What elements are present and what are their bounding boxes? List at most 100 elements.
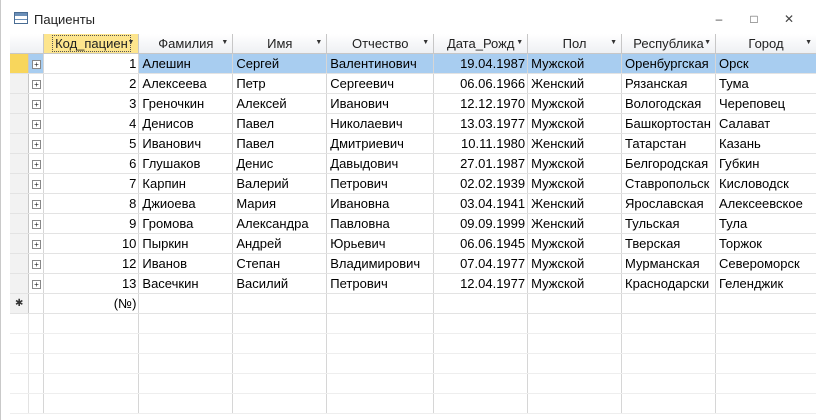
cell-id[interactable]: 8: [43, 193, 140, 214]
cell-last[interactable]: Алексеева: [138, 73, 234, 94]
cell-dob[interactable]: 19.04.1987: [433, 53, 529, 74]
plus-icon[interactable]: +: [31, 259, 41, 269]
cell-sex[interactable]: Женский: [527, 73, 623, 94]
restore-button[interactable]: □: [746, 12, 762, 26]
cell-middle[interactable]: Владимирович: [326, 253, 435, 274]
plus-icon[interactable]: +: [31, 139, 41, 149]
new-record-cell[interactable]: [527, 293, 623, 314]
cell-id[interactable]: 12: [43, 253, 140, 274]
cell-id[interactable]: 13: [43, 273, 140, 294]
expand-cell[interactable]: +: [28, 213, 45, 234]
cell-sex[interactable]: Мужской: [527, 153, 623, 174]
plus-icon[interactable]: +: [31, 59, 41, 69]
cell-city[interactable]: Североморск: [715, 253, 816, 274]
cell-first[interactable]: Андрей: [232, 233, 328, 254]
cell-middle[interactable]: Николаевич: [326, 113, 435, 134]
expand-cell[interactable]: +: [28, 173, 45, 194]
column-header-last-name[interactable]: Фамилия ▼: [138, 34, 234, 54]
cell-sex[interactable]: Мужской: [527, 273, 623, 294]
plus-icon[interactable]: +: [31, 239, 41, 249]
expand-cell[interactable]: +: [28, 233, 45, 254]
cell-city[interactable]: Кисловодск: [715, 173, 816, 194]
new-record-row[interactable]: ✱ (№): [10, 293, 816, 314]
cell-region[interactable]: Татарстан: [621, 133, 716, 154]
cell-first[interactable]: Павел: [232, 133, 328, 154]
cell-region[interactable]: Ярославская: [621, 193, 716, 214]
cell-dob[interactable]: 09.09.1999: [433, 213, 529, 234]
plus-icon[interactable]: +: [31, 99, 41, 109]
new-record-cell[interactable]: [715, 293, 816, 314]
dropdown-arrow-icon[interactable]: ▼: [127, 39, 134, 46]
table-row[interactable]: +3 Греночкин Алексей Иванович 12.12.1970 Мужс…: [10, 93, 816, 114]
plus-icon[interactable]: +: [31, 79, 41, 89]
cell-sex[interactable]: Мужской: [527, 113, 623, 134]
table-row[interactable]: +10 Пыркин Андрей Юрьевич 06.06.1945 Мужской Т…: [10, 233, 816, 254]
cell-dob[interactable]: 06.06.1945: [433, 233, 529, 254]
cell-region[interactable]: Рязанская: [621, 73, 716, 94]
table-row[interactable]: +7 Карпин Валерий Петрович 02.02.1939 Мужской…: [10, 173, 816, 194]
cell-city[interactable]: Тума: [715, 73, 816, 94]
cell-id[interactable]: 4: [43, 113, 140, 134]
cell-first[interactable]: Павел: [232, 113, 328, 134]
cell-dob[interactable]: 12.12.1970: [433, 93, 529, 114]
dropdown-arrow-icon[interactable]: ▼: [805, 39, 812, 46]
plus-icon[interactable]: +: [31, 219, 41, 229]
row-selector[interactable]: [10, 73, 30, 94]
cell-id[interactable]: 10: [43, 233, 140, 254]
cell-first[interactable]: Василий: [232, 273, 328, 294]
plus-icon[interactable]: +: [31, 199, 41, 209]
cell-first[interactable]: Александра: [232, 213, 328, 234]
expand-cell[interactable]: +: [28, 153, 45, 174]
new-record-cell[interactable]: [138, 293, 234, 314]
cell-last[interactable]: Пыркин: [138, 233, 234, 254]
cell-first[interactable]: Валерий: [232, 173, 328, 194]
cell-region[interactable]: Мурманская: [621, 253, 716, 274]
dropdown-arrow-icon[interactable]: ▼: [221, 39, 228, 46]
column-header-sex[interactable]: Пол ▼: [527, 34, 623, 54]
cell-city[interactable]: Череповец: [715, 93, 816, 114]
cell-last[interactable]: Иванович: [138, 133, 234, 154]
table-row[interactable]: +5 Иванович Павел Дмитриевич 10.11.1980 Женск…: [10, 133, 816, 154]
cell-first[interactable]: Денис: [232, 153, 328, 174]
row-selector[interactable]: [10, 153, 30, 174]
cell-first[interactable]: Мария: [232, 193, 328, 214]
cell-middle[interactable]: Павловна: [326, 213, 435, 234]
column-header-city[interactable]: Город ▼: [715, 34, 816, 54]
row-selector[interactable]: [10, 193, 30, 214]
table-row[interactable]: +12 Иванов Степан Владимирович 07.04.1977 Муж…: [10, 253, 816, 274]
cell-id[interactable]: 1: [43, 53, 140, 74]
cell-region[interactable]: Тульская: [621, 213, 716, 234]
cell-last[interactable]: Громова: [138, 213, 234, 234]
cell-middle[interactable]: Валентинович: [326, 53, 435, 74]
cell-region[interactable]: Тверская: [621, 233, 716, 254]
cell-dob[interactable]: 12.04.1977: [433, 273, 529, 294]
row-selector[interactable]: [10, 253, 30, 274]
cell-middle[interactable]: Юрьевич: [326, 233, 435, 254]
row-selector[interactable]: [10, 93, 30, 114]
column-header-patronymic[interactable]: Отчество ▼: [326, 34, 435, 54]
new-id-placeholder[interactable]: (№): [43, 293, 140, 314]
cell-dob[interactable]: 13.03.1977: [433, 113, 529, 134]
cell-last[interactable]: Греночкин: [138, 93, 234, 114]
row-selector[interactable]: [10, 173, 30, 194]
cell-id[interactable]: 3: [43, 93, 140, 114]
cell-id[interactable]: 5: [43, 133, 140, 154]
cell-last[interactable]: Глушаков: [138, 153, 234, 174]
cell-region[interactable]: Вологодская: [621, 93, 716, 114]
cell-first[interactable]: Сергей: [232, 53, 328, 74]
cell-sex[interactable]: Мужской: [527, 233, 623, 254]
row-selector[interactable]: [10, 233, 30, 254]
plus-icon[interactable]: +: [31, 119, 41, 129]
row-selector[interactable]: [10, 133, 30, 154]
cell-id[interactable]: 7: [43, 173, 140, 194]
new-record-cell[interactable]: [232, 293, 328, 314]
cell-middle[interactable]: Иванович: [326, 93, 435, 114]
expand-cell[interactable]: +: [28, 133, 45, 154]
cell-last[interactable]: Васечкин: [138, 273, 234, 294]
row-selector[interactable]: [10, 213, 30, 234]
dropdown-arrow-icon[interactable]: ▼: [422, 39, 429, 46]
column-header-region[interactable]: Республика ▼: [621, 34, 716, 54]
new-record-cell[interactable]: [433, 293, 529, 314]
column-header-id[interactable]: Код_пациен ▼: [43, 34, 140, 54]
column-header-birth-date[interactable]: Дата_Рожд ▼: [433, 34, 529, 54]
